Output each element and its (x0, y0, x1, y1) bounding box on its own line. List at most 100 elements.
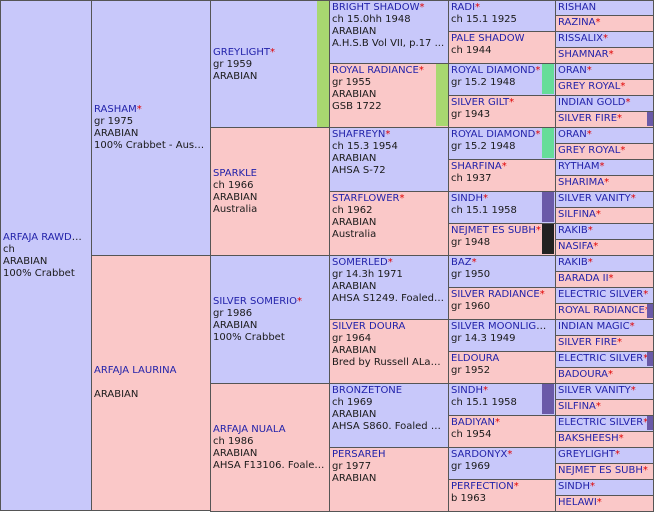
gen6-cell: SILVER FIRE* (555, 111, 654, 128)
gen5-name-link[interactable]: SHARFINA (451, 161, 502, 172)
gen6-cell: INDIAN GOLD* (555, 95, 654, 112)
gen6-name-link[interactable]: SILFINA (558, 209, 596, 220)
gen6-name-link[interactable]: RYTHAM (558, 161, 600, 172)
gen6-star: * (593, 241, 599, 252)
gen6-name-link[interactable]: ORAN (558, 65, 587, 76)
gen6-star: * (608, 273, 614, 284)
gen6-name-link[interactable]: BAKSHEESH (558, 433, 619, 444)
gen6-star: * (604, 177, 610, 188)
gen4-cell: BRONZETONE ch 1969 ARABIAN AHSA S860. Foale… (329, 383, 449, 448)
gen6-name-link[interactable]: GREY ROYAL (558, 145, 620, 156)
gen5-name-link[interactable]: ROYAL DIAMOND (451, 65, 535, 76)
gen6-name-link[interactable]: ORAN (558, 129, 587, 140)
gen6-name-link[interactable]: SHARIMA (558, 177, 604, 188)
gen4-info-line: gr 1964 (332, 333, 372, 344)
gen6-name-link[interactable]: NASIFA (558, 241, 593, 252)
gen4-cell: SHAFREYN* ch 15.3 1954 ARABIAN AHSA S-72 (329, 127, 449, 192)
gen5-name-link[interactable]: NEJMET ES SUBH (451, 225, 536, 236)
gen5-info-line: gr 15.2 1948 (451, 141, 516, 152)
gen6-cell: SHAMNAR* (555, 47, 654, 64)
gen5-name-link[interactable]: PERFECTION (451, 481, 514, 492)
gen5-name-link[interactable]: SINDH (451, 193, 483, 204)
gen3-name-link[interactable]: SPARKLE (213, 168, 257, 179)
gen3-name-link[interactable]: GREYLIGHT (213, 47, 270, 58)
gen5-cell: SARDONYX* gr 1969 (448, 447, 556, 480)
gen5-info-line: gr 1950 (451, 269, 491, 280)
gen6-name-link[interactable]: SILFINA (558, 401, 596, 412)
gen5-name-link[interactable]: SILVER RADIANCE (451, 289, 540, 300)
gen5-name-link[interactable]: PALE SHADOW (451, 33, 524, 44)
gen6-name-link[interactable]: SINDH (558, 481, 590, 492)
gen6-name-link[interactable]: SHAMNAR (558, 49, 609, 60)
gen6-star: * (587, 225, 593, 236)
gen6-name-link[interactable]: ELECTRIC SILVER (558, 289, 643, 300)
gen5-cell: SHARFINA* ch 1937 (448, 159, 556, 192)
gen5-name-link[interactable]: ROYAL DIAMOND (451, 129, 535, 140)
gen5-name-link[interactable]: SILVER GILT (451, 97, 509, 108)
gen6-name-link[interactable]: BADOURA (558, 369, 608, 380)
gen6-name-link[interactable]: ROYAL RADIANCE (558, 305, 645, 316)
gen6-name-link[interactable]: INDIAN MAGIC (558, 321, 630, 332)
sire-name-link[interactable]: RASHAM (94, 104, 137, 115)
gen3-name-link[interactable]: ARFAJA NUALA (213, 424, 286, 435)
gen6-name-link[interactable]: NEJMET ES SUBH (558, 465, 643, 476)
gen4-name-link[interactable]: PERSAREH (332, 449, 385, 460)
gen6-star: * (607, 369, 613, 380)
highlight-bar (542, 192, 554, 222)
gen6-name-link[interactable]: RISHAN (558, 2, 596, 13)
gen6-cell: NEJMET ES SUBH* (555, 463, 654, 480)
gen4-name-link[interactable]: BRIGHT SHADOW (332, 2, 419, 13)
gen6-cell: GREY ROYAL* (555, 79, 654, 96)
gen4-info-line: ARABIAN (332, 89, 377, 100)
gen6-cell: BADOURA* (555, 367, 654, 384)
gen6-name-link[interactable]: INDIAN GOLD (558, 97, 625, 108)
highlight-bar (647, 304, 653, 318)
gen6-name-link[interactable]: SILVER VANITY (558, 385, 631, 396)
gen5-cell: ROYAL DIAMOND* gr 15.2 1948 (448, 63, 556, 96)
gen3-name-link[interactable]: SILVER SOMERIO (213, 296, 297, 307)
gen4-name-link[interactable]: STARFLOWER (332, 193, 399, 204)
gen6-star: * (608, 49, 614, 60)
gen5-name-link[interactable]: SINDH (451, 385, 483, 396)
gen5-name-link[interactable]: RADI (451, 2, 475, 13)
gen6-name-link[interactable]: SILVER FIRE (558, 113, 617, 124)
subject-star: * (87, 232, 89, 243)
dam-name-link[interactable]: ARFAJA LAURINA (94, 365, 176, 376)
gen6-name-link[interactable]: RAZINA (558, 17, 596, 28)
gen6-name-link[interactable]: RAKIB (558, 257, 588, 268)
gen6-cell: SILVER FIRE* (555, 335, 654, 352)
gen3-cell: SPARKLE ch 1966 ARABIAN Australia (210, 127, 330, 256)
gen3-info-line: ch 1966 (213, 179, 254, 191)
gen4-name-link[interactable]: SILVER DOURA (332, 321, 405, 332)
gen5-name-link[interactable]: BADIYAN (451, 417, 495, 428)
gen4-name-link[interactable]: ROYAL RADIANCE (332, 65, 419, 76)
gen5-cell: BADIYAN* ch 1954 (448, 415, 556, 448)
gen3-info-line: ARABIAN (213, 70, 258, 82)
gen4-name-link[interactable]: SHAFREYN (332, 129, 385, 140)
gen4-info-line: ARABIAN (332, 281, 377, 292)
gen5-name-link[interactable]: BAZ (451, 257, 472, 268)
gen5-name-link[interactable]: SILVER MOONLIGHT (451, 321, 550, 332)
gen3-info-line: gr 1959 (213, 58, 253, 70)
subject-info-line: 100% Crabbet (3, 267, 75, 279)
gen5-name-link[interactable]: SARDONYX (451, 449, 507, 460)
gen6-name-link[interactable]: SILVER VANITY (558, 193, 631, 204)
gen5-info-line: gr 1969 (451, 461, 491, 472)
gen6-name-link[interactable]: RAKIB (558, 225, 588, 236)
subject-name-link[interactable]: ARFAJA RAWDON (3, 232, 87, 243)
gen6-name-link[interactable]: GREYLIGHT (558, 449, 615, 460)
gen5-name-link[interactable]: ELDOURA (451, 353, 499, 364)
gen4-name-link[interactable]: SOMERLED (332, 257, 388, 268)
gen6-star: * (596, 497, 602, 508)
gen4-name-link[interactable]: BRONZETONE (332, 385, 402, 396)
gen5-cell: PERFECTION* b 1963 (448, 479, 556, 512)
gen6-name-link[interactable]: ELECTRIC SILVER (558, 417, 643, 428)
gen6-name-link[interactable]: RISSALIX (558, 33, 603, 44)
gen6-cell: ROYAL RADIANCE* (555, 303, 654, 320)
gen6-name-link[interactable]: HELAWI (558, 497, 597, 508)
gen6-name-link[interactable]: SILVER FIRE (558, 337, 617, 348)
gen6-name-link[interactable]: ELECTRIC SILVER (558, 353, 643, 364)
gen5-info-line: ch 15.1 1958 (451, 205, 517, 216)
gen6-name-link[interactable]: BARADA II (558, 273, 609, 284)
gen6-name-link[interactable]: GREY ROYAL (558, 81, 620, 92)
